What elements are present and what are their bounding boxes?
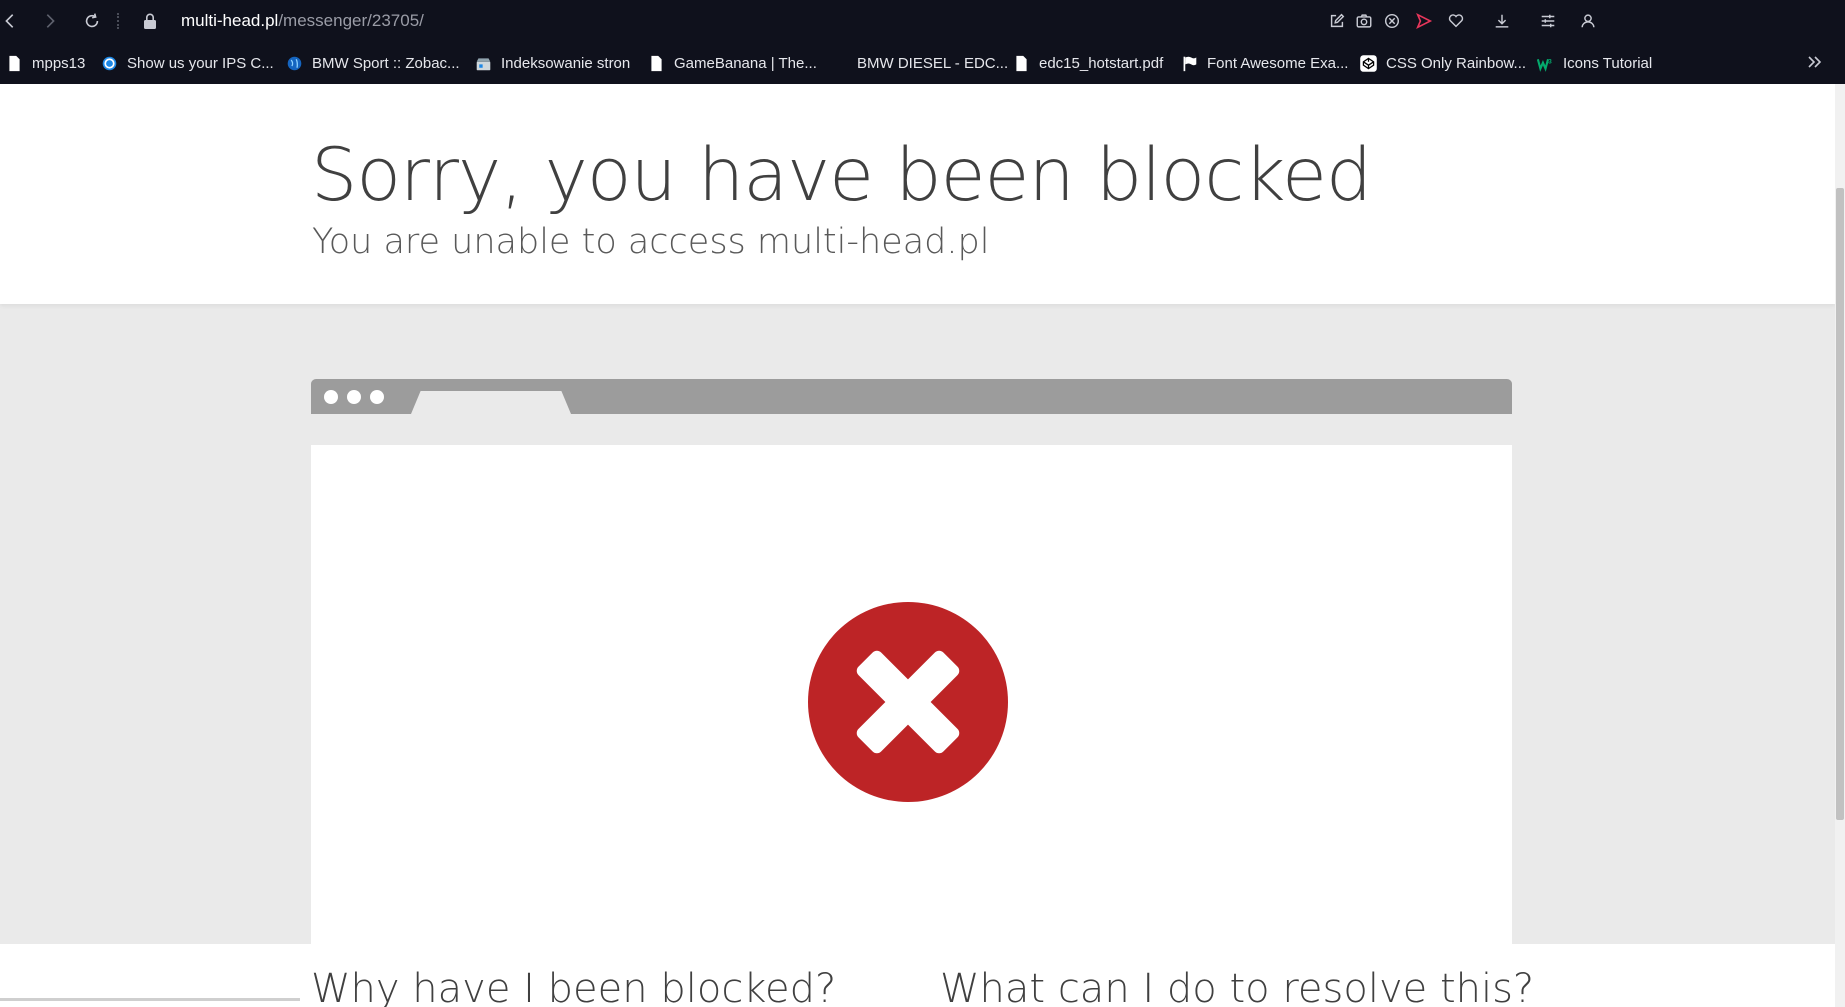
ring-icon (101, 55, 118, 72)
page-scrollbar[interactable] (1835, 84, 1845, 1007)
bookmark-item[interactable]: Show us your IPS C... (101, 52, 274, 74)
shop-icon (475, 55, 492, 72)
bookmark-label: Indeksowanie stron (501, 54, 631, 72)
bookmark-item[interactable]: 3 Icons Tutorial (1537, 52, 1652, 74)
bookmark-label: BMW DIESEL - EDC... (857, 54, 1009, 72)
window-bottom-edge (0, 998, 300, 1001)
bookmark-label: BMW Sport :: Zobac... (312, 54, 460, 72)
page-content: Sorry, you have been blocked You are una… (0, 84, 1835, 1007)
page-header: Sorry, you have been blocked You are una… (0, 84, 1835, 304)
chevron-double-right-icon[interactable] (1805, 52, 1825, 72)
bookmark-item[interactable]: edc15_hotstart.pdf (1013, 52, 1163, 74)
why-blocked-heading: Why have I been blocked? (311, 966, 837, 1007)
browser-illustration-tab (411, 391, 571, 414)
bookmark-item[interactable]: CSS Only Rainbow... (1360, 52, 1526, 74)
back-icon[interactable] (0, 9, 22, 33)
profile-icon[interactable] (1577, 10, 1599, 32)
window-dot (324, 390, 338, 404)
send-icon[interactable] (1413, 10, 1435, 32)
resolve-heading: What can I do to resolve this? (940, 966, 1535, 1007)
file-icon (6, 55, 23, 72)
browser-illustration-bar (311, 379, 1512, 414)
bookmark-label: CSS Only Rainbow... (1386, 54, 1527, 72)
bookmark-item[interactable]: Indeksowanie stron (475, 52, 630, 74)
bookmarks-bar: mpps13 Show us your IPS C... BMW Sport :… (0, 42, 1845, 84)
bookmark-label: edc15_hotstart.pdf (1039, 54, 1164, 72)
browser-toolbar: multi-head.pl/messenger/23705/ mpps13 Sh… (0, 0, 1845, 84)
svg-text:3: 3 (1548, 58, 1552, 65)
globe-icon (286, 55, 303, 72)
url-path: /messenger/23705/ (278, 11, 424, 30)
window-dot (370, 390, 384, 404)
url-host: multi-head.pl (181, 11, 279, 30)
menu-icon[interactable] (1537, 10, 1559, 32)
lock-icon[interactable] (140, 11, 160, 31)
bookmark-label: Show us your IPS C... (127, 54, 274, 72)
page-title: Sorry, you have been blocked (311, 133, 1372, 218)
window-dot (347, 390, 361, 404)
file-icon (1013, 55, 1030, 72)
bookmark-label: GameBanana | The... (674, 54, 817, 72)
bookmark-item[interactable]: BMW Sport :: Zobac... (286, 52, 460, 74)
file-icon (648, 55, 665, 72)
reload-icon[interactable] (80, 9, 104, 33)
heart-icon[interactable] (1445, 10, 1467, 32)
block-icon[interactable] (1381, 10, 1403, 32)
forward-icon[interactable] (38, 9, 62, 33)
bookmark-label: Font Awesome Exa... (1207, 54, 1349, 72)
edit-icon[interactable] (1326, 10, 1348, 32)
w3-icon: 3 (1537, 55, 1554, 72)
bookmark-item[interactable]: GameBanana | The... (648, 52, 817, 74)
bookmark-label: Icons Tutorial (1563, 54, 1653, 72)
camera-icon[interactable] (1353, 10, 1375, 32)
bookmark-item[interactable]: Font Awesome Exa... (1181, 52, 1348, 74)
error-x-icon (808, 602, 1008, 802)
bookmark-label: mpps13 (32, 54, 86, 72)
nav-separator (117, 13, 119, 29)
bookmark-item[interactable]: mpps13 (6, 52, 85, 74)
page-subtitle: You are unable to access multi-head.pl (312, 222, 990, 262)
navigation-row: multi-head.pl/messenger/23705/ (0, 0, 1845, 42)
download-icon[interactable] (1491, 10, 1513, 32)
flag-icon (1181, 55, 1198, 72)
codepen-icon (1360, 54, 1377, 72)
bookmark-item[interactable]: BMW DIESEL - EDC... (857, 52, 1008, 74)
address-bar[interactable]: multi-head.pl/messenger/23705/ (181, 11, 424, 31)
scrollbar-thumb[interactable] (1836, 188, 1844, 820)
